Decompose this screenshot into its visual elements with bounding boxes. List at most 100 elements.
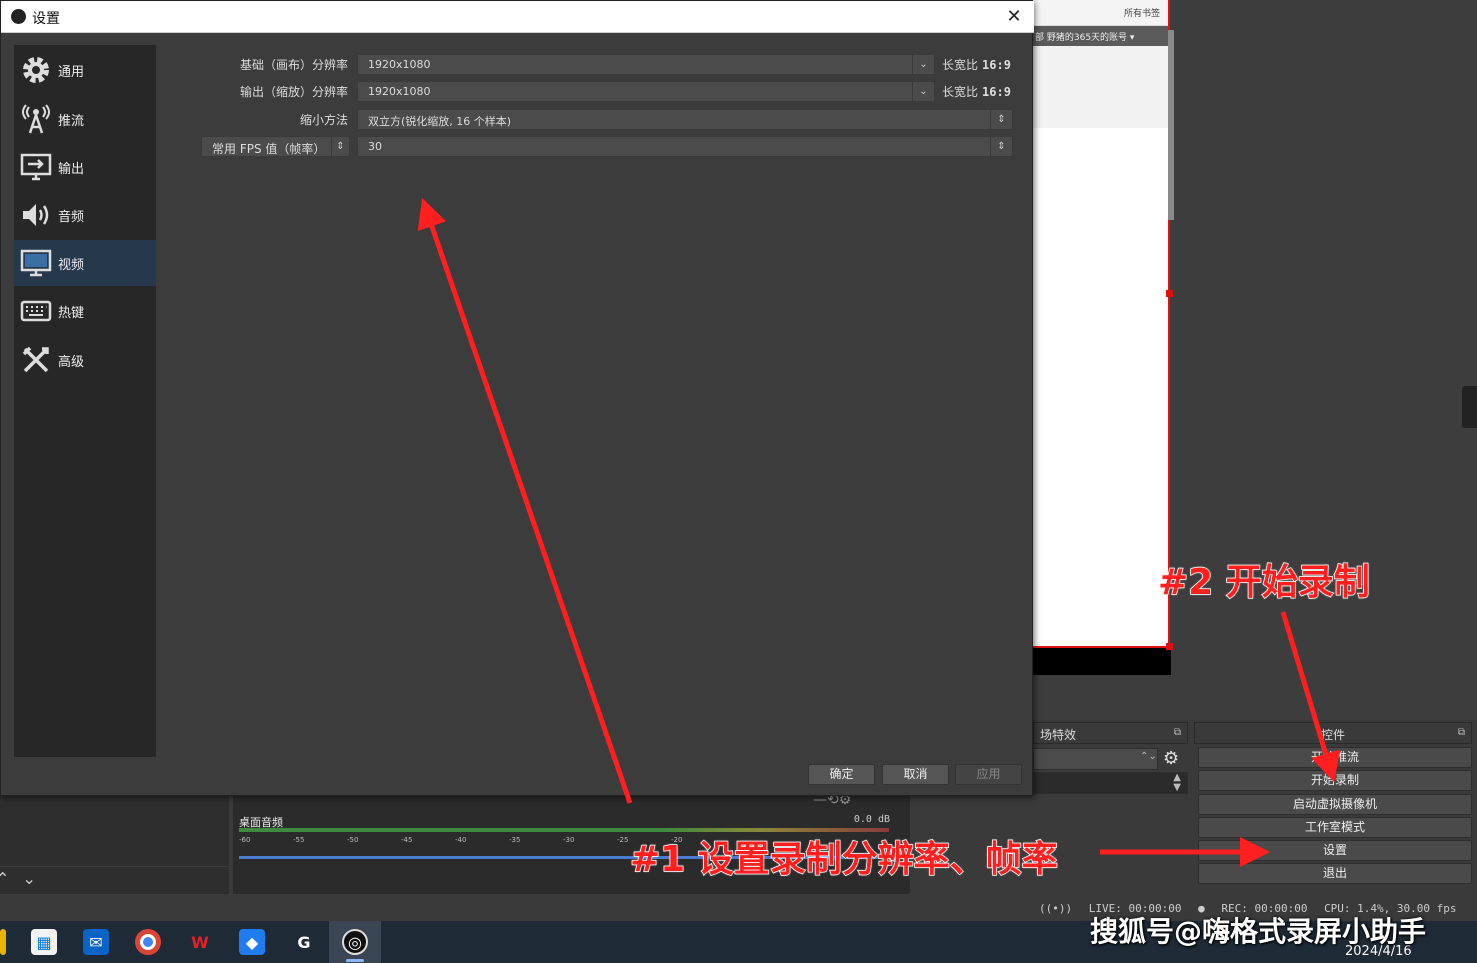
- base-resolution-label: 基础（画布）分辨率: [239, 58, 348, 72]
- sidebar-item-label: 视频: [58, 257, 85, 273]
- sidebar-item-stream[interactable]: 推流: [14, 96, 156, 142]
- taskbar-running-indicator: [346, 959, 364, 962]
- resize-handle[interactable]: [1166, 643, 1173, 650]
- sidebar-item-label: 通用: [58, 64, 85, 80]
- output-resolution-label: 输出（缩放）分辨率: [239, 85, 348, 99]
- sources-toolbar: ⌃ ⌄: [0, 866, 229, 894]
- sidebar-item-hotkeys[interactable]: 热键: [14, 288, 156, 334]
- transition-duration-spinbox[interactable]: ▲ ▼: [1033, 772, 1188, 794]
- feishu-icon[interactable]: ◆: [239, 929, 265, 955]
- undock-icon[interactable]: ⧉: [1174, 727, 1181, 738]
- resize-handle[interactable]: [1166, 290, 1173, 297]
- sidebar-item-video[interactable]: 视频: [14, 240, 156, 286]
- downscale-filter-label: 缩小方法: [299, 113, 348, 127]
- base-resolution-combo[interactable]: 1920x1080 ⌄: [357, 54, 935, 75]
- controls-dock-header: 控件 ⧉: [1194, 722, 1472, 744]
- sidebar-item-label: 高级: [58, 354, 85, 370]
- settings-button[interactable]: 设置: [1198, 840, 1472, 861]
- fps-type-select[interactable]: 常用 FPS 值（帧率） ⇕: [201, 136, 350, 157]
- output-resolution-value: 1920x1080: [368, 85, 431, 98]
- base-aspect-ratio: 长宽比 16:9: [942, 56, 1011, 73]
- cancel-button[interactable]: 取消: [882, 764, 949, 785]
- aspect-label: 长宽比: [942, 58, 979, 72]
- close-icon[interactable]: ✕: [1002, 5, 1026, 29]
- fps-value-select[interactable]: 30 ⇕: [357, 136, 1013, 157]
- sidebar-item-general[interactable]: 通用: [14, 47, 156, 93]
- watermark-text: 搜狐号@嗨格式录屏小助手: [1090, 915, 1427, 948]
- sidebar-item-output[interactable]: 输出: [14, 144, 156, 190]
- meter-tick: -55: [293, 836, 305, 844]
- meter-tick: -45: [401, 836, 413, 844]
- studio-mode-button[interactable]: 工作室模式: [1198, 817, 1472, 838]
- undock-icon[interactable]: ⧉: [1458, 727, 1465, 738]
- folder-icon[interactable]: [0, 929, 6, 955]
- mail-icon[interactable]: ✉: [83, 929, 109, 955]
- transitions-title: 场特效: [1040, 728, 1077, 742]
- spin-arrows-icon[interactable]: ▲ ▼: [1173, 773, 1181, 793]
- mixer-db-value: 0.0 dB: [853, 814, 890, 825]
- aspect-value: 16:9: [982, 85, 1011, 99]
- chevron-up-icon[interactable]: ⌃: [0, 869, 9, 888]
- transitions-dock-header: 场特效 ⧉: [1033, 722, 1188, 744]
- preview-bookmark-bar: 部 野猪的365天的账号 ▾: [1033, 26, 1168, 46]
- updown-icon[interactable]: ⇕: [331, 137, 349, 156]
- chevron-down-icon[interactable]: ⌄: [912, 55, 934, 74]
- store-icon[interactable]: ▦: [31, 929, 57, 955]
- wps-icon[interactable]: W: [187, 929, 213, 955]
- sidebar-item-label: 推流: [58, 113, 85, 129]
- fps-type-value: 常用 FPS 值（帧率）: [212, 142, 326, 156]
- annotation-step1: #1 设置录制分辨率、帧率: [629, 838, 1058, 881]
- settings-sidebar: 通用 推流 输出 音频 视频 热键 高级: [14, 45, 156, 757]
- aspect-label: 长宽比: [942, 85, 979, 99]
- start-streaming-button[interactable]: 开始推流: [1198, 747, 1472, 768]
- meter-tick: -60: [239, 836, 251, 844]
- preview-canvas[interactable]: 所有书签 部 野猪的365天的账号 ▾: [1033, 0, 1174, 648]
- meter-tick: -35: [509, 836, 521, 844]
- output-resolution-combo[interactable]: 1920x1080 ⌄: [357, 81, 935, 102]
- logitech-icon[interactable]: G: [291, 929, 317, 955]
- controls-title: 控件: [1320, 728, 1345, 742]
- preview-page-header: [1033, 46, 1168, 128]
- output-aspect-ratio: 长宽比 16:9: [942, 83, 1011, 100]
- preview-scrollbar: [1168, 30, 1174, 220]
- updown-icon[interactable]: ⇕: [990, 110, 1012, 129]
- tools-icon: [18, 342, 54, 378]
- sources-panel: [0, 796, 229, 866]
- preview-bookmark-label: 所有书签: [1123, 9, 1160, 19]
- sidebar-item-advanced[interactable]: 高级: [14, 337, 156, 383]
- updown-icon[interactable]: ⇕: [990, 137, 1012, 156]
- sidebar-item-label: 输出: [58, 161, 85, 177]
- sidebar-item-label: 音频: [58, 209, 85, 225]
- chevron-down-icon[interactable]: ⌄: [23, 869, 36, 888]
- dialog-titlebar[interactable]: 设置 ✕: [1, 1, 1034, 33]
- meter-tick: -25: [617, 836, 629, 844]
- meter-tick: -50: [347, 836, 359, 844]
- preview-letterbox: [1033, 648, 1171, 675]
- fps-value: 30: [368, 140, 382, 153]
- sidebar-item-audio[interactable]: 音频: [14, 192, 156, 238]
- downscale-filter-select[interactable]: 双立方(锐化缩放, 16 个样本) ⇕: [357, 109, 1013, 130]
- start-virtual-camera-button[interactable]: 启动虚拟摄像机: [1198, 794, 1472, 815]
- apply-button[interactable]: 应用: [955, 764, 1022, 785]
- annotation-step2: #2 开始录制: [1157, 561, 1370, 604]
- keyboard-icon: [18, 293, 54, 329]
- side-panel-toggle[interactable]: [1462, 386, 1477, 428]
- obs-logo-icon: [11, 9, 26, 24]
- preview-browser-toolbar: 所有书签: [1033, 0, 1168, 26]
- exit-button[interactable]: 退出: [1198, 863, 1472, 884]
- monitor-icon: [18, 245, 54, 281]
- start-recording-button[interactable]: 开始录制: [1198, 770, 1472, 791]
- speaker-icon: [18, 197, 54, 233]
- transition-spin-arrows-icon[interactable]: ⌃⌄: [1140, 751, 1157, 762]
- settings-dialog: 设置 ✕ 通用 推流 输出 音频 视频 热键 高级 基础（画布）分辨率 1920…: [0, 0, 1034, 796]
- obs-icon[interactable]: ◎: [342, 929, 368, 955]
- transition-gear-icon[interactable]: ⚙: [1163, 748, 1179, 769]
- gear-icon: [18, 52, 54, 88]
- live-icon: ((•)): [1039, 902, 1073, 915]
- chevron-down-icon[interactable]: ⌄: [912, 82, 934, 101]
- ok-button[interactable]: 确定: [808, 764, 875, 785]
- meter-tick: -40: [455, 836, 467, 844]
- sidebar-item-label: 热键: [58, 305, 85, 321]
- chrome-icon[interactable]: [135, 929, 161, 955]
- dialog-title: 设置: [32, 11, 60, 27]
